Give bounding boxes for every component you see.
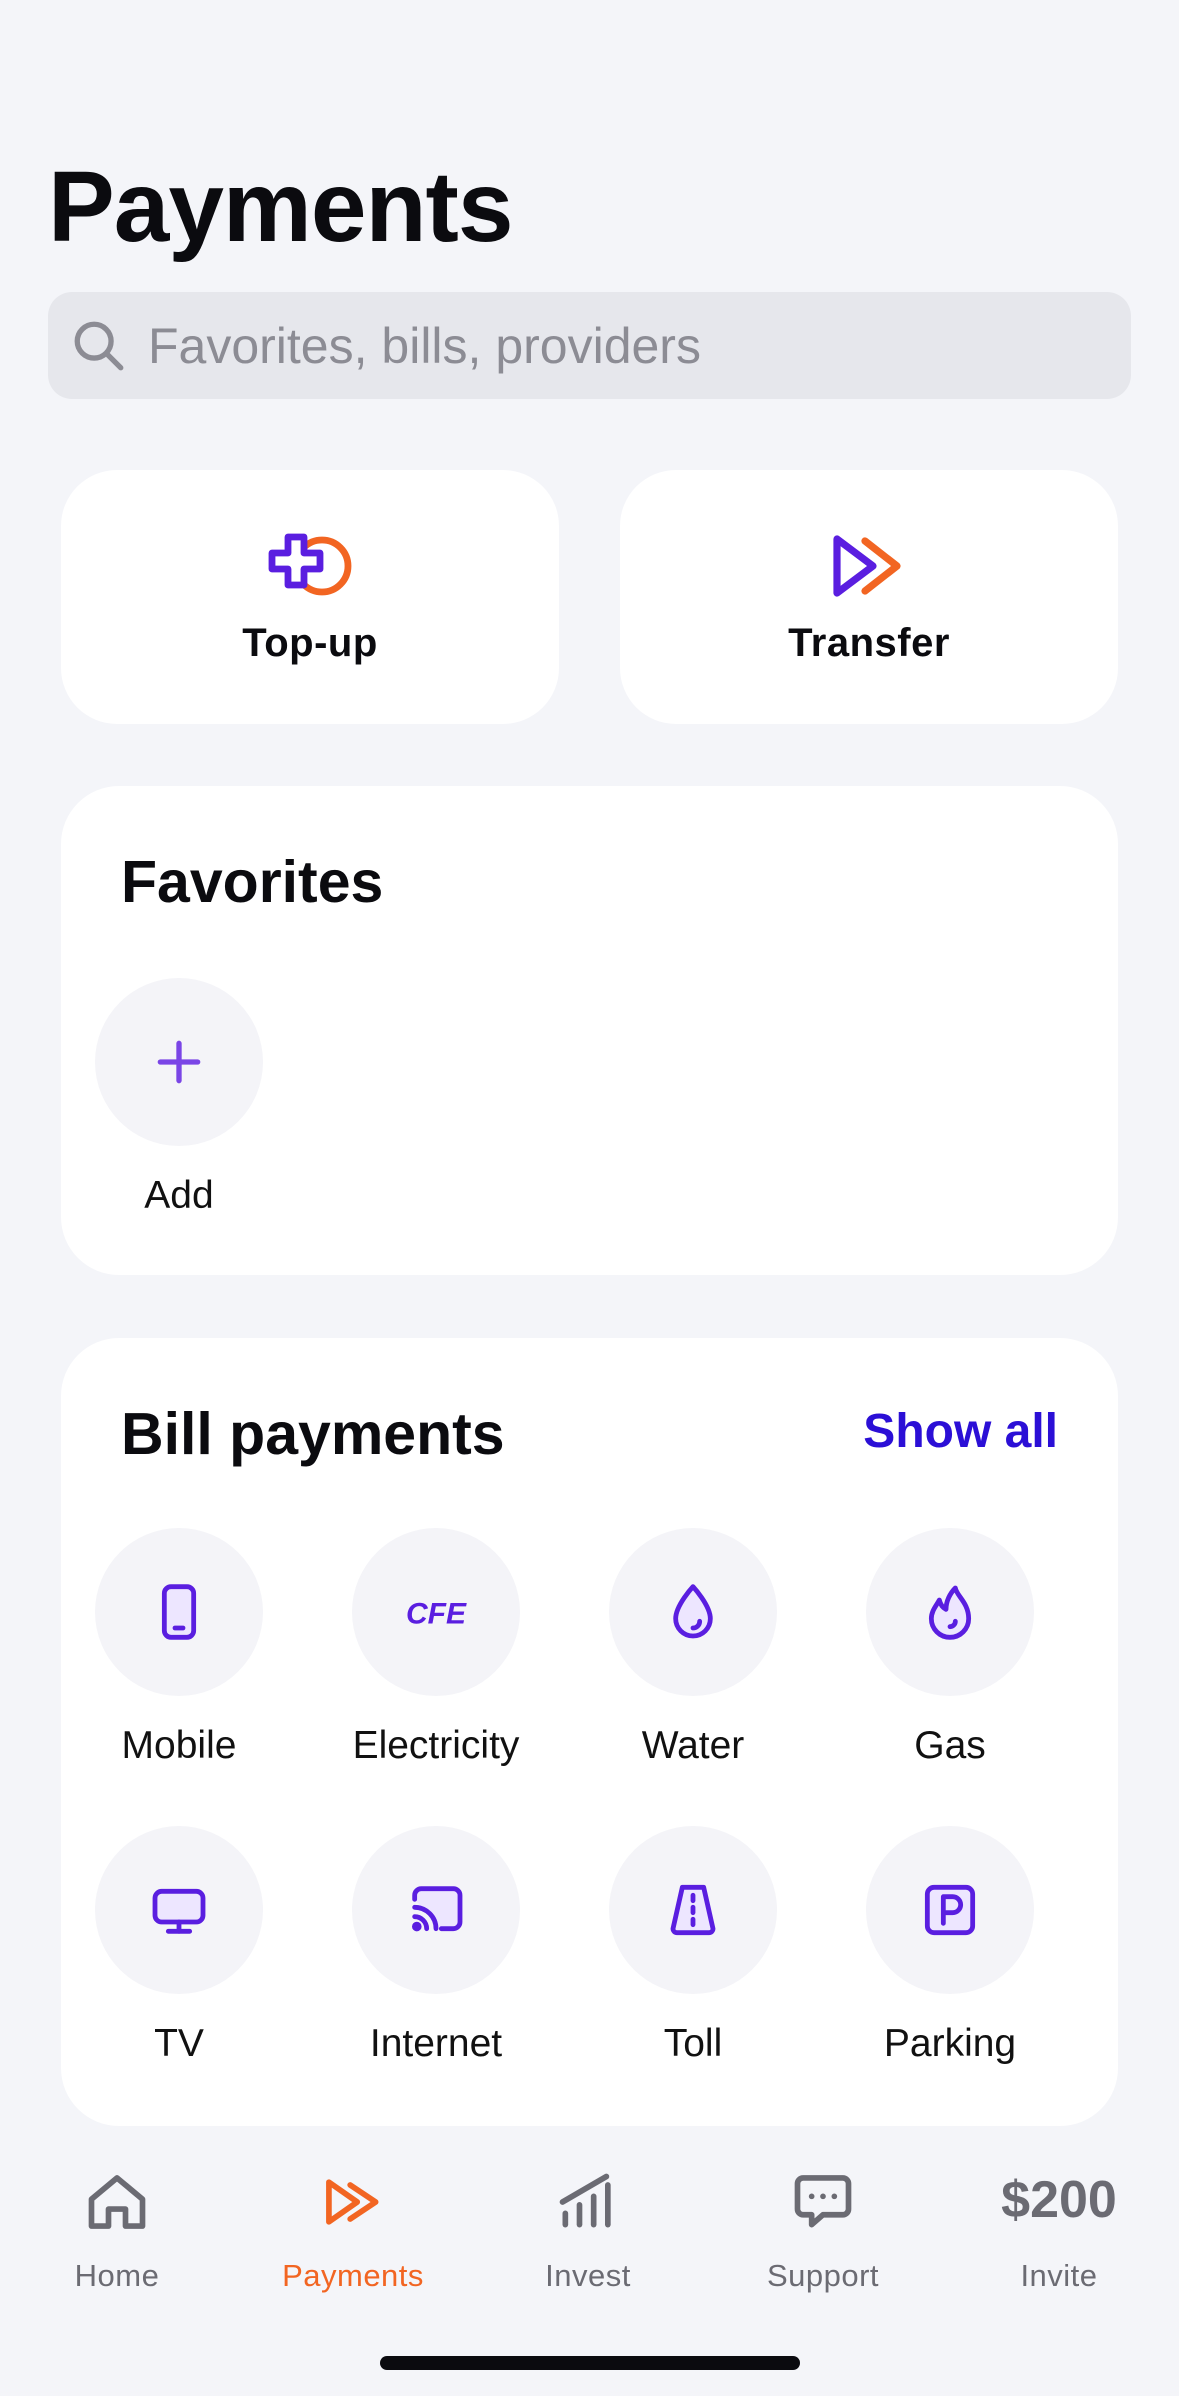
page-title: Payments bbox=[48, 151, 513, 263]
topup-label: Top-up bbox=[242, 620, 378, 665]
mobile-phone-icon bbox=[161, 1584, 197, 1640]
transfer-arrows-icon bbox=[833, 534, 901, 597]
bill-item-parking[interactable]: Parking bbox=[850, 1826, 1050, 2066]
tab-home[interactable]: Home bbox=[17, 2164, 217, 2294]
cfe-logo-icon: CFE bbox=[406, 1597, 467, 1630]
bar-chart-icon bbox=[559, 2173, 611, 2228]
tab-label: Support bbox=[766, 2258, 880, 2293]
search-bar[interactable] bbox=[48, 292, 1131, 399]
topup-button[interactable]: Top-up bbox=[61, 470, 559, 724]
bill-item-water[interactable]: Water bbox=[593, 1528, 793, 1768]
bill-item-label: Gas bbox=[914, 1724, 986, 1767]
topup-plus-icon bbox=[268, 533, 352, 595]
favorites-card: Favorites Add bbox=[61, 786, 1118, 1275]
bill-item-internet[interactable]: Internet bbox=[336, 1826, 536, 2066]
house-icon bbox=[88, 2175, 146, 2229]
chat-bubble-icon bbox=[794, 2175, 852, 2228]
svg-text:CFE: CFE bbox=[406, 1597, 467, 1630]
invite-reward-amount: $200 bbox=[1001, 2171, 1117, 2229]
plus-icon bbox=[157, 1040, 201, 1084]
bill-item-label: TV bbox=[154, 2022, 204, 2065]
show-all-link[interactable]: Show all bbox=[863, 1404, 1058, 1459]
tab-invite[interactable]: $200 Invite bbox=[959, 2164, 1159, 2294]
flame-icon bbox=[928, 1585, 972, 1640]
tab-label: Invite bbox=[1020, 2258, 1098, 2293]
bill-item-tv[interactable]: TV bbox=[79, 1826, 279, 2066]
add-favorite-circle[interactable] bbox=[95, 978, 263, 1146]
bill-item-label: Mobile bbox=[121, 1724, 237, 1767]
bill-item-gas[interactable]: Gas bbox=[850, 1528, 1050, 1768]
bill-item-toll[interactable]: Toll bbox=[593, 1826, 793, 2066]
payments-arrows-icon bbox=[326, 2179, 379, 2225]
search-input[interactable] bbox=[148, 316, 1108, 375]
bill-item-label: Electricity bbox=[352, 1724, 520, 1767]
tv-icon bbox=[152, 1888, 206, 1934]
bill-item-electricity[interactable]: CFE Electricity bbox=[336, 1528, 536, 1768]
bill-item-label: Internet bbox=[369, 2022, 503, 2065]
road-icon bbox=[670, 1884, 716, 1936]
bill-payments-card: Bill payments Show all Mobile CFE Electr… bbox=[61, 1338, 1118, 2126]
tab-invest[interactable]: Invest bbox=[488, 2164, 688, 2294]
bill-item-label: Water bbox=[641, 1724, 745, 1767]
tab-label: Home bbox=[74, 2258, 160, 2293]
add-favorite-button[interactable]: Add bbox=[79, 978, 279, 1218]
parking-icon bbox=[924, 1884, 976, 1936]
home-indicator bbox=[380, 2356, 800, 2370]
bill-item-label: Toll bbox=[663, 2022, 723, 2065]
tab-label: Payments bbox=[282, 2258, 424, 2293]
bill-item-label: Parking bbox=[883, 2022, 1017, 2065]
transfer-label: Transfer bbox=[788, 620, 950, 665]
tab-support[interactable]: Support bbox=[723, 2164, 923, 2294]
tab-label: Invest bbox=[545, 2258, 631, 2293]
tab-payments[interactable]: Payments bbox=[253, 2164, 453, 2294]
water-drop-icon bbox=[673, 1584, 713, 1639]
search-icon bbox=[74, 321, 124, 370]
transfer-button[interactable]: Transfer bbox=[620, 470, 1118, 724]
favorites-title: Favorites bbox=[121, 849, 384, 915]
cast-wifi-icon bbox=[412, 1886, 463, 1932]
bill-payments-title: Bill payments bbox=[121, 1401, 505, 1467]
bill-item-mobile[interactable]: Mobile bbox=[79, 1528, 279, 1768]
add-favorite-label: Add bbox=[144, 1174, 214, 1217]
